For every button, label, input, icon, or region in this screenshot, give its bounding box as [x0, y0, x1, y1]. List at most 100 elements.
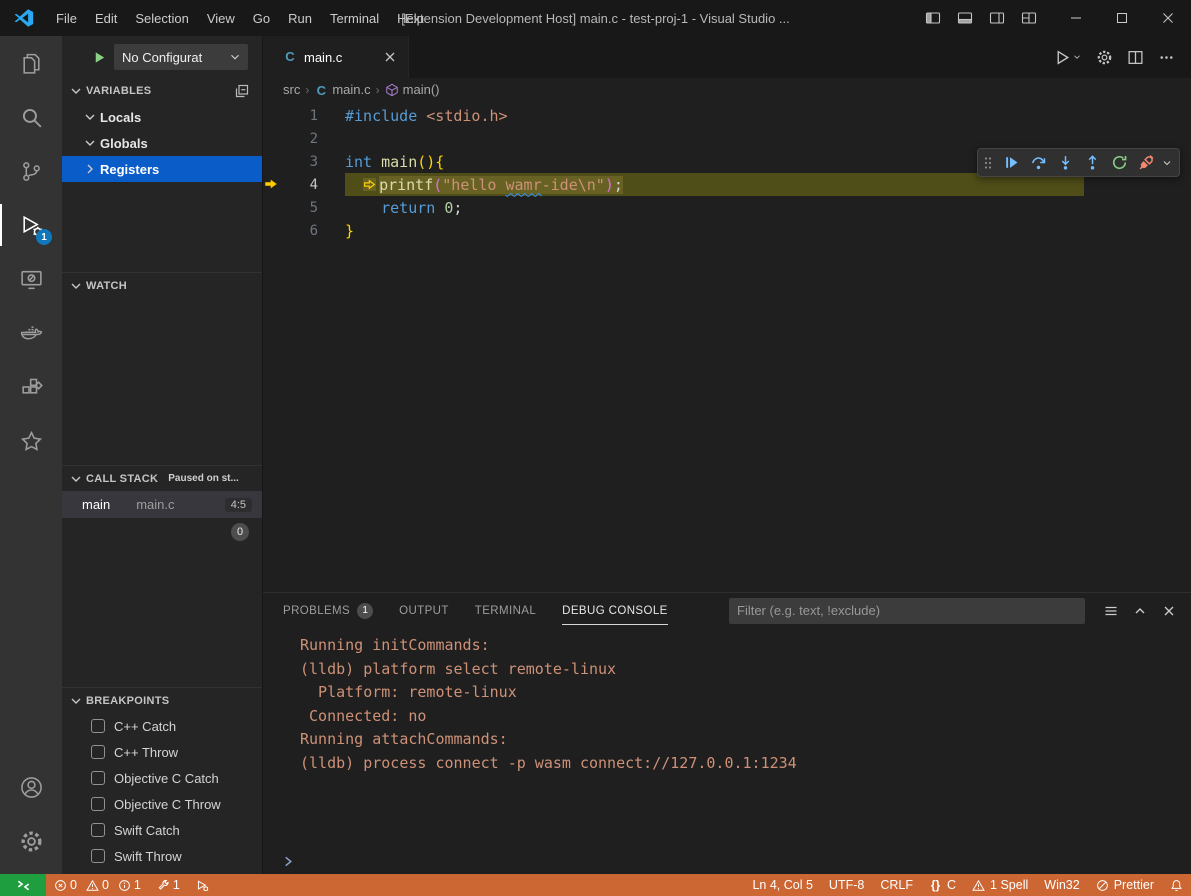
call-stack-frame[interactable]: main main.c 4:5 [62, 491, 262, 518]
gutter-glyph-margin[interactable] [263, 196, 278, 219]
window-close-button[interactable] [1145, 0, 1191, 36]
toggle-secondary-sidebar-button[interactable] [983, 4, 1011, 32]
activity-remote-explorer[interactable] [0, 252, 62, 306]
breakpoint-swift-catch[interactable]: Swift Catch [62, 817, 262, 843]
collapse-all-icon[interactable] [234, 83, 250, 99]
extensions-icon [19, 375, 44, 400]
run-or-debug-button[interactable] [1054, 49, 1082, 66]
status-encoding[interactable]: UTF-8 [821, 874, 872, 896]
breadcrumb-item-src[interactable]: src [283, 82, 300, 97]
status-problems[interactable]: 001 [46, 874, 149, 896]
menu-view[interactable]: View [198, 0, 244, 36]
status-notifications[interactable] [1162, 874, 1191, 896]
variables-scope-globals[interactable]: Globals [62, 130, 262, 156]
close-panel-icon[interactable] [1161, 603, 1177, 619]
start-debugging-icon[interactable] [92, 50, 107, 65]
split-editor-icon [1127, 49, 1144, 66]
gutter-glyph-margin[interactable] [263, 127, 278, 150]
activity-extensions[interactable] [0, 360, 62, 414]
debug-session-dropdown-icon[interactable] [1161, 157, 1173, 169]
step-over-button[interactable] [1025, 149, 1052, 176]
step-out-button[interactable] [1079, 149, 1106, 176]
status-prettier[interactable]: Prettier [1088, 874, 1162, 896]
tab-main.c[interactable]: Cmain.c [263, 36, 409, 78]
breakpoint-label: Swift Throw [114, 849, 182, 864]
code-editor[interactable]: 1#include <stdio.h>23int main(){4 printf… [263, 101, 1191, 592]
panel-tab-problems[interactable]: PROBLEMS1 [283, 593, 373, 628]
breakpoints-section-header[interactable]: BREAKPOINTS [62, 687, 262, 713]
breadcrumb-item-main-c[interactable]: Cmain.c [314, 82, 370, 97]
activity-settings[interactable] [0, 814, 62, 868]
status-tasks[interactable]: 1 [149, 874, 188, 896]
panel-tab-terminal[interactable]: TERMINAL [475, 593, 536, 628]
debug-toolbar [977, 148, 1180, 177]
toggle-panel-button[interactable] [951, 4, 979, 32]
breakpoint-c-catch[interactable]: C++ Catch [62, 713, 262, 739]
call-stack-section-header[interactable]: CALL STACK Paused on st... [62, 465, 262, 491]
breakpoint-objective-c-throw[interactable]: Objective C Throw [62, 791, 262, 817]
window-maximize-button[interactable] [1099, 0, 1145, 36]
step-into-button[interactable] [1052, 149, 1079, 176]
gutter-glyph-margin[interactable] [263, 173, 278, 196]
debug-configuration-select[interactable]: No Configurat [114, 44, 248, 70]
panel-tab-output[interactable]: OUTPUT [399, 593, 449, 628]
toolbar-drag-handle-icon[interactable] [982, 154, 994, 172]
customize-layout-button[interactable] [1015, 4, 1043, 32]
gutter-glyph-margin[interactable] [263, 150, 278, 173]
split-editor-button[interactable] [1127, 49, 1144, 66]
activity-accounts[interactable] [0, 760, 62, 814]
activity-search[interactable] [0, 90, 62, 144]
activity-run-and-debug[interactable]: 1 [0, 198, 62, 252]
activity-badge: 1 [36, 229, 52, 245]
configure-button[interactable] [1096, 49, 1113, 66]
menu-file[interactable]: File [47, 0, 86, 36]
menubar: FileEditSelectionViewGoRunTerminalHelp [47, 0, 433, 36]
panel-tab-debug-console[interactable]: DEBUG CONSOLE [562, 593, 668, 628]
remote-indicator[interactable] [0, 874, 46, 896]
variables-empty-space [62, 182, 262, 272]
window-minimize-button[interactable] [1053, 0, 1099, 36]
breakpoint-checkbox[interactable] [91, 797, 105, 811]
gutter-glyph-margin[interactable] [263, 104, 278, 127]
restart-button[interactable] [1106, 149, 1133, 176]
debug-console-output[interactable]: Running initCommands:(lldb) platform sel… [263, 628, 1191, 848]
continue-button[interactable] [998, 149, 1025, 176]
menu-run[interactable]: Run [279, 0, 321, 36]
status-spell-checker[interactable]: 1 Spell [964, 874, 1036, 896]
activity-favorites[interactable] [0, 414, 62, 468]
breakpoint-checkbox[interactable] [91, 745, 105, 759]
disconnect-button[interactable] [1133, 149, 1160, 176]
breakpoint-swift-throw[interactable]: Swift Throw [62, 843, 262, 869]
output-view-icon[interactable] [1103, 603, 1119, 619]
variables-scope-registers[interactable]: Registers [62, 156, 262, 182]
debug-console-input[interactable] [263, 848, 1191, 874]
activity-explorer[interactable] [0, 36, 62, 90]
menu-go[interactable]: Go [244, 0, 279, 36]
breakpoint-objective-c-catch[interactable]: Objective C Catch [62, 765, 262, 791]
breakpoint-checkbox[interactable] [91, 849, 105, 863]
menu-terminal[interactable]: Terminal [321, 0, 388, 36]
variables-scope-locals[interactable]: Locals [62, 104, 262, 130]
gutter-glyph-margin[interactable] [263, 219, 278, 242]
status-platform[interactable]: Win32 [1036, 874, 1087, 896]
status-eol[interactable]: CRLF [872, 874, 921, 896]
breakpoint-c-throw[interactable]: C++ Throw [62, 739, 262, 765]
breadcrumb-item-main-[interactable]: main() [385, 82, 440, 97]
maximize-panel-icon[interactable] [1132, 603, 1148, 619]
more-actions-button[interactable] [1158, 49, 1175, 66]
status-language-mode[interactable]: {}C [921, 874, 964, 896]
watch-section-header[interactable]: WATCH [62, 272, 262, 298]
menu-selection[interactable]: Selection [126, 0, 197, 36]
tab-close-icon[interactable] [382, 49, 398, 65]
breakpoint-checkbox[interactable] [91, 823, 105, 837]
status-cursor-position[interactable]: Ln 4, Col 5 [744, 874, 820, 896]
activity-source-control[interactable] [0, 144, 62, 198]
breakpoint-checkbox[interactable] [91, 771, 105, 785]
toggle-sidebar-button[interactable] [919, 4, 947, 32]
variables-section-header[interactable]: VARIABLES [62, 78, 262, 104]
activity-docker[interactable] [0, 306, 62, 360]
status-debug-status[interactable] [188, 874, 217, 896]
menu-edit[interactable]: Edit [86, 0, 126, 36]
breakpoint-checkbox[interactable] [91, 719, 105, 733]
console-filter-input[interactable] [729, 598, 1085, 624]
